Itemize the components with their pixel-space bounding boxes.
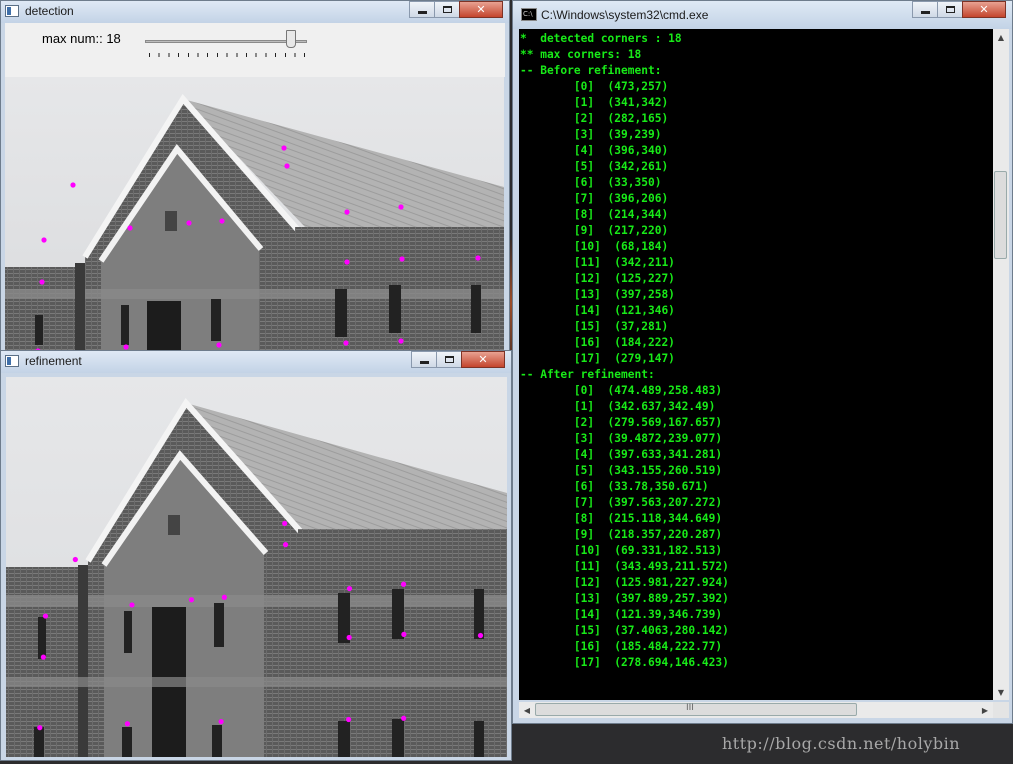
- scroll-down-icon[interactable]: ▼: [993, 684, 1009, 700]
- close-icon: ✕: [478, 353, 488, 366]
- corner-marker: [221, 594, 227, 600]
- console-output[interactable]: * detected corners : 18 ** max corners: …: [519, 29, 993, 700]
- corner-marker: [129, 602, 135, 608]
- corner-marker: [186, 220, 192, 226]
- corner-marker: [127, 225, 133, 231]
- minimize-icon: [417, 11, 427, 14]
- scroll-thumb-horizontal[interactable]: III: [535, 703, 857, 716]
- corner-marker: [39, 279, 45, 285]
- corner-marker: [346, 716, 352, 723]
- corner-marker: [344, 259, 350, 265]
- corner-marker: [216, 342, 222, 348]
- corner-marker: [477, 632, 484, 639]
- corner-marker: [282, 520, 288, 527]
- corner-marker: [344, 209, 350, 215]
- close-icon: ✕: [476, 3, 486, 16]
- scroll-right-icon[interactable]: ▶: [977, 702, 993, 718]
- window-title: detection: [25, 4, 74, 18]
- trackbar-ticks: [149, 53, 305, 57]
- corner-marker: [400, 581, 407, 587]
- refinement-window: refinement ✕: [0, 350, 512, 761]
- title-bar[interactable]: C:\ C:\Windows\system32\cmd.exe ✕: [513, 1, 1012, 29]
- close-icon: ✕: [979, 3, 989, 16]
- corner-marker: [124, 721, 130, 727]
- corner-marker: [398, 204, 404, 210]
- corner-marker: [282, 542, 289, 548]
- corner-marker: [218, 719, 224, 725]
- scroll-left-icon[interactable]: ◀: [519, 702, 535, 718]
- close-button[interactable]: ✕: [962, 1, 1006, 18]
- console-text: * detected corners : 18 ** max corners: …: [520, 32, 729, 669]
- minimize-button[interactable]: [409, 1, 435, 18]
- close-button[interactable]: ✕: [459, 1, 503, 18]
- vertical-scrollbar[interactable]: ▲ ▼: [993, 29, 1009, 700]
- cmd-icon: C:\: [521, 8, 537, 21]
- trackbar-thumb[interactable]: [285, 30, 296, 48]
- trackbar-track[interactable]: [145, 40, 307, 43]
- corner-marker: [346, 585, 353, 592]
- maximize-button[interactable]: [937, 1, 963, 18]
- corner-marker: [70, 182, 76, 188]
- cmd-window: C:\ C:\Windows\system32\cmd.exe ✕ * dete…: [512, 0, 1013, 724]
- corner-marker: [123, 344, 129, 350]
- window-icon: [5, 355, 19, 367]
- maximize-icon: [945, 6, 955, 13]
- window-title: refinement: [25, 354, 82, 368]
- corner-marker: [281, 145, 287, 151]
- title-bar[interactable]: detection ✕: [1, 1, 509, 23]
- window-title: C:\Windows\system32\cmd.exe: [541, 8, 709, 22]
- maximize-button[interactable]: [434, 1, 460, 18]
- corner-marker: [343, 340, 349, 346]
- corner-marker: [401, 715, 407, 721]
- minimize-icon: [920, 11, 930, 14]
- refinement-image: [6, 377, 507, 757]
- scroll-grip: III: [686, 703, 694, 713]
- corner-marker: [37, 725, 43, 731]
- watermark: http://blog.csdn.net/holybin: [722, 734, 961, 753]
- corner-marker: [40, 654, 47, 660]
- corner-marker: [219, 218, 225, 224]
- trackbar-label: max num:: 18: [42, 31, 121, 46]
- maximize-icon: [442, 6, 452, 13]
- corner-marker: [398, 338, 404, 344]
- maximize-button[interactable]: [436, 351, 462, 368]
- corner-marker: [475, 255, 481, 261]
- scrollbar-corner: [993, 702, 1009, 718]
- maximize-icon: [444, 356, 454, 363]
- corner-marker: [401, 631, 407, 637]
- window-icon: [5, 5, 19, 17]
- minimize-icon: [419, 361, 429, 364]
- scroll-up-icon[interactable]: ▲: [993, 29, 1009, 45]
- minimize-button[interactable]: [411, 351, 437, 368]
- corner-marker: [284, 163, 290, 169]
- title-bar[interactable]: refinement ✕: [1, 351, 511, 373]
- corner-marker: [399, 256, 405, 262]
- scroll-thumb[interactable]: [994, 171, 1007, 259]
- corner-marker: [41, 237, 47, 243]
- corner-marker: [42, 613, 49, 619]
- close-button[interactable]: ✕: [461, 351, 505, 368]
- corner-marker: [188, 597, 195, 603]
- trackbar-value: 18: [106, 31, 121, 46]
- detection-window: detection ✕ max num:: 18: [0, 0, 510, 352]
- corner-marker: [346, 634, 352, 641]
- horizontal-scrollbar[interactable]: ◀ III ▶: [519, 702, 993, 718]
- corner-marker: [72, 556, 78, 563]
- detection-image: [5, 77, 504, 350]
- minimize-button[interactable]: [912, 1, 938, 18]
- trackbar-panel: max num:: 18: [5, 23, 505, 77]
